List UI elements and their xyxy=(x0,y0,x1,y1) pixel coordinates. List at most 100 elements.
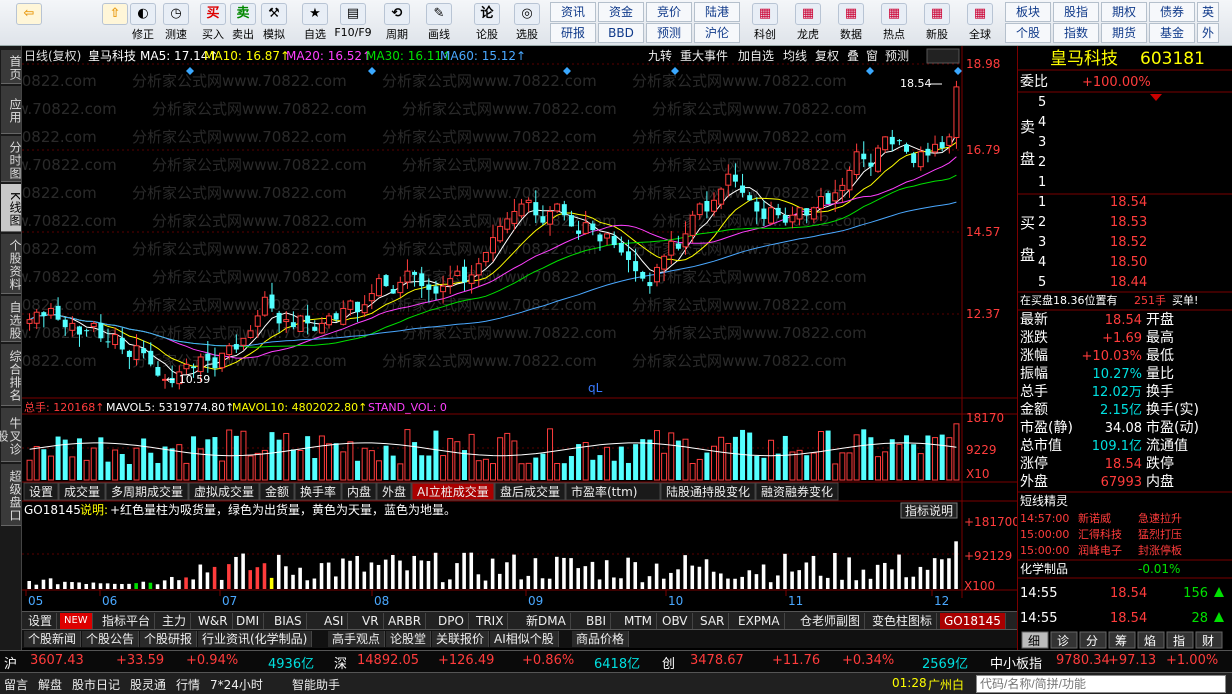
indicator-template-tab[interactable]: VR xyxy=(358,613,384,629)
indicator-tab-label[interactable]: 多周期成交量 xyxy=(111,484,183,499)
indicator-tab-label[interactable]: 外盘 xyxy=(382,484,406,499)
left-nav-item[interactable]: 自选股 xyxy=(1,296,22,342)
toolbar-right-button[interactable]: 期权 xyxy=(1101,2,1147,22)
info-tab[interactable]: 关联报价 xyxy=(432,631,490,647)
candlestick[interactable] xyxy=(383,273,389,287)
quote-panel-tab-label[interactable]: 诊 xyxy=(1057,634,1069,648)
redian-button[interactable]: ▦ 热点 xyxy=(875,2,913,44)
candlestick[interactable] xyxy=(297,314,304,332)
xingu-button[interactable]: ▦ 新股 xyxy=(918,2,956,44)
sprite-stock[interactable]: 新诺威 xyxy=(1078,511,1111,525)
info-tab[interactable]: AI相似个股 xyxy=(490,631,559,647)
kechuang-button[interactable]: ▦ 科创 xyxy=(746,2,784,44)
left-nav-item[interactable]: 应用 xyxy=(1,86,22,134)
longhu-button[interactable]: ▦ 龙虎 xyxy=(789,2,827,44)
indicator-template-tab[interactable]: MTM xyxy=(620,613,658,629)
indicator-tab-label[interactable]: 成交量 xyxy=(64,484,100,499)
kline-chart-svg[interactable]: 18.9816.7914.5712.37分析家公式网www.70822.com分… xyxy=(0,46,1020,612)
indicator-template-tab[interactable]: 主力 xyxy=(158,613,192,629)
quote-panel-tab-label[interactable]: 细 xyxy=(1028,634,1040,648)
toolbar-right-button[interactable]: 股指 xyxy=(1053,2,1099,22)
indicator-template-tab[interactable]: ARBR xyxy=(384,613,427,629)
chart-tool-button[interactable]: 九转 xyxy=(648,48,672,63)
sprite-stock[interactable]: 润峰电子 xyxy=(1078,543,1122,557)
indicator-template-tab[interactable]: 变色柱图标 xyxy=(868,613,938,629)
info-tab[interactable]: 商品价格 xyxy=(572,631,630,647)
back-button[interactable]: ⇦ xyxy=(10,2,48,44)
toolbar-right-button[interactable]: 英 xyxy=(1197,2,1219,22)
info-tab[interactable]: 个股研报 xyxy=(140,631,198,647)
left-nav-item[interactable]: 综合排名 xyxy=(1,344,22,406)
f10-button[interactable]: ▤ F10/F9 xyxy=(334,2,372,44)
status-link[interactable]: 解盘 xyxy=(38,676,62,693)
toolbar-text-button[interactable]: BBD xyxy=(598,23,644,43)
indicator-template-tab[interactable]: ASI xyxy=(320,613,349,629)
toolbar-right-button[interactable]: 板块 xyxy=(1005,2,1051,22)
status-link[interactable]: 7*24小时 xyxy=(210,676,263,693)
toolbar-text-button[interactable]: 资讯 xyxy=(550,2,596,22)
indicator-tab-label[interactable]: 虚拟成交量 xyxy=(194,484,254,499)
toolbar-right-button[interactable]: 指数 xyxy=(1053,23,1099,43)
quote-panel-tab-label[interactable]: 焰 xyxy=(1144,633,1156,648)
quote-panel-tab-label[interactable]: 筹 xyxy=(1115,634,1127,648)
info-tab[interactable]: 高手观点 xyxy=(328,631,386,647)
info-tab[interactable]: 论股堂 xyxy=(386,631,432,647)
toolbar-text-button[interactable]: 陆港 xyxy=(694,2,740,22)
info-tab[interactable]: 个股新闻 xyxy=(24,631,82,647)
status-link[interactable]: 留言 xyxy=(4,676,28,693)
shuju-button[interactable]: ▦ 数据 xyxy=(832,2,870,44)
quanqiu-button[interactable]: ▦ 全球 xyxy=(961,2,999,44)
indicator-template-tab[interactable]: BIAS xyxy=(270,613,307,629)
status-link[interactable]: 股市日记 xyxy=(72,676,120,693)
optional-button[interactable]: ★ 自选 xyxy=(296,2,334,44)
toolbar-text-button[interactable]: 研报 xyxy=(550,23,596,43)
indicator-tab-label[interactable]: 换手率 xyxy=(300,484,336,499)
kline-chart-area[interactable]: 18.9816.7914.5712.37分析家公式网www.70822.com分… xyxy=(0,46,1020,612)
left-nav-item[interactable]: 个股资料 xyxy=(1,234,22,294)
indicator-template-tab[interactable]: DPO xyxy=(434,613,469,629)
indicator-template-tab[interactable]: 设置 xyxy=(24,613,58,629)
left-nav-item[interactable]: K线图 xyxy=(1,184,22,232)
quote-panel-tab-label[interactable]: 财 xyxy=(1202,634,1214,648)
lunshi-button[interactable]: 论论股 xyxy=(468,2,506,44)
quote-panel-tab-label[interactable]: 指 xyxy=(1173,633,1185,648)
toolbar-right-button[interactable]: 基金 xyxy=(1149,23,1195,43)
indicator-template-tab[interactable]: W&R xyxy=(194,613,233,629)
toolbar-text-button[interactable]: 资金 xyxy=(598,2,644,22)
toolbar-right-button[interactable]: 个股 xyxy=(1005,23,1051,43)
indicator-template-tab[interactable]: 新DMA xyxy=(522,613,571,629)
chart-tool-button[interactable]: 窗 xyxy=(866,49,878,63)
indicator-tab-label[interactable]: 盘后成交量 xyxy=(500,484,560,499)
search-input[interactable] xyxy=(976,675,1226,693)
period-button[interactable]: ⟲ 周期 xyxy=(378,2,416,44)
indicator-template-tab[interactable]: EXPMA xyxy=(734,613,785,629)
clock-button[interactable]: ◷ 测速 xyxy=(157,2,195,44)
indicator-tab-label[interactable]: AI立桩成交量 xyxy=(417,484,489,499)
left-nav-item[interactable]: 超级盘口 xyxy=(1,464,22,526)
indicator-template-tab[interactable]: NEW xyxy=(60,613,93,629)
draw-button[interactable]: ✎ 画线 xyxy=(420,2,458,44)
sprite-stock[interactable]: 汇得科技 xyxy=(1078,527,1122,541)
toolbar-text-button[interactable]: 预测 xyxy=(646,23,692,43)
indicator-template-tab[interactable]: DMI xyxy=(232,613,265,629)
info-tab[interactable]: 个股公告 xyxy=(82,631,140,647)
left-nav-item[interactable]: 首页 xyxy=(1,50,22,84)
toolbar-right-button[interactable]: 外 xyxy=(1197,23,1219,43)
indicator-explain-label[interactable]: 指标说明 xyxy=(905,503,953,518)
left-nav-item[interactable]: 牛叉诊股 xyxy=(0,408,22,462)
chart-tool-button[interactable]: 叠 xyxy=(847,49,859,63)
indicator-tab-label[interactable]: 金额 xyxy=(265,484,289,499)
toolbar-text-button[interactable]: 竞价 xyxy=(646,2,692,22)
indicator-template-tab[interactable]: TRIX xyxy=(472,613,509,629)
indicator-template-tab[interactable]: SAR xyxy=(696,613,730,629)
chart-control[interactable] xyxy=(926,48,960,64)
indicator-tab-label[interactable]: 市盈率(ttm) xyxy=(571,484,637,499)
indicator-tab-label[interactable]: 设置 xyxy=(29,485,53,499)
indicator-template-tab[interactable]: GO18145 xyxy=(940,613,1006,629)
left-nav-item[interactable]: 分时图 xyxy=(1,136,22,182)
indicator-tab-label[interactable]: 陆股通持股变化 xyxy=(666,484,750,499)
indicator-template-tab[interactable]: OBV xyxy=(658,613,693,629)
status-link[interactable]: 行情 xyxy=(176,676,200,693)
status-link[interactable]: 股灵通 xyxy=(130,676,166,693)
toolbar-right-button[interactable]: 期货 xyxy=(1101,23,1147,43)
